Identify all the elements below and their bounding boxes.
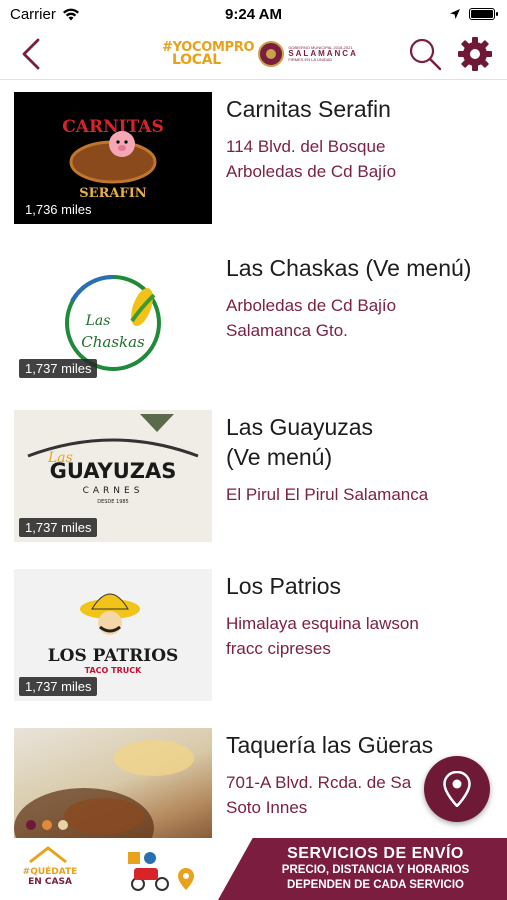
banner-title: SERVICIOS DE ENVÍO [287,845,464,862]
logo-line2: LOCAL [172,51,221,68]
svg-text:EN CASA: EN CASA [28,877,72,887]
restaurant-address: El Pirul El Pirul Salamanca [226,482,498,507]
list-item[interactable]: Las Chaskas Las Chaskas (Ve menú) Arbole… [0,239,507,398]
banner-illustration: #QUÉDATE EN CASA [23,846,194,891]
restaurant-address: 114 Blvd. del Bosque Arboledas de Cd Baj… [226,134,498,184]
status-right [449,8,498,20]
nav-bar: #YOCOMPRO LOCAL GOBIERNO MUNICIPAL 2018-… [0,28,507,80]
wifi-icon [62,8,79,20]
back-button[interactable] [14,36,48,72]
name-line: Las Guayuzas [226,414,374,440]
svg-text:Las: Las [85,313,111,329]
address-line: Arboledas de Cd Bajío [226,162,397,181]
restaurant-list[interactable]: CARNITAS SERAFIN Carnitas Serafin 114 Bl… [0,80,507,840]
status-bar: Carrier 9:24 AM [0,0,507,28]
settings-button[interactable] [456,35,494,73]
svg-text:LOS PATRIOS: LOS PATRIOS [48,646,179,666]
restaurant-address: Arboledas de Cd Bajío Salamanca Gto. [226,293,498,343]
distance-badge: 1,737 miles [19,359,98,378]
restaurant-name: Las Guayuzas (Ve menú) [226,412,498,472]
carrier-label: Carrier [10,5,56,23]
municipal-seal-icon [258,41,285,67]
government-logo-text: GOBIERNO MUNICIPAL 2018-2021 SALAMANCA F… [288,45,358,63]
restaurant-name: Las Chaskas (Ve menú) [226,255,472,281]
pager-dot[interactable] [42,820,52,830]
pager-dot[interactable] [26,820,36,830]
delivery-banner[interactable]: #QUÉDATE EN CASA SERVICIOS DE ENVÍO PREC… [0,838,507,900]
list-item[interactable]: LOS PATRIOS TACO TRUCK Los Patrios Himal… [0,557,507,716]
restaurant-name: Los Patrios [226,573,342,599]
pager-dot[interactable] [58,820,68,830]
app-logo: #YOCOMPRO LOCAL GOBIERNO MUNICIPAL 2018-… [162,38,358,70]
address-line: 114 Blvd. del Bosque [226,137,386,156]
gear-icon [458,37,492,71]
banner-pager[interactable] [26,820,68,830]
banner-right: SERVICIOS DE ENVÍO PRECIO, DISTANCIA Y H… [218,838,507,900]
distance-badge: 1,736 miles [25,202,92,217]
banner-subtitle: DEPENDEN DE CADA SERVICIO [286,879,464,891]
address-line: Himalaya esquina lawson [226,614,419,633]
svg-text:SERAFIN: SERAFIN [79,186,146,201]
location-arrow-icon [450,9,460,19]
address-line: El Pirul El Pirul Salamanca [226,485,429,504]
yocompro-logo: #YOCOMPRO LOCAL [162,41,255,68]
chevron-left-icon [22,38,40,70]
svg-text:CARNITAS: CARNITAS [62,117,164,137]
restaurant-address: Himalaya esquina lawson fracc cipreses [226,611,498,661]
distance-badge: 1,737 miles [19,518,98,537]
svg-text:DESDE 1985: DESDE 1985 [97,499,129,505]
restaurant-name: Carnitas Serafin [226,96,391,122]
gov-line3: FIRMES EN LA UNIDAD [288,57,333,63]
battery-icon [469,8,498,20]
svg-text:Chaskas: Chaskas [81,333,145,351]
search-button[interactable] [407,36,443,72]
distance-badge: 1,737 miles [19,677,98,696]
svg-text:CARNES: CARNES [83,486,144,496]
search-icon [409,38,442,71]
list-item[interactable]: Las GUAYUZAS CARNES DESDE 1985 Las Guayu… [0,398,507,557]
name-line: (Ve menú) [226,444,333,470]
address-line: Salamanca Gto. [226,321,348,340]
map-pin-icon [443,771,471,807]
battery-fill [471,10,493,18]
status-left: Carrier [10,6,80,23]
svg-text:#QUÉDATE: #QUÉDATE [23,865,78,877]
svg-text:TACO TRUCK: TACO TRUCK [85,666,142,675]
map-button[interactable] [424,756,490,822]
svg-text:GUAYUZAS: GUAYUZAS [50,459,177,483]
address-line: Arboledas de Cd Bajío [226,296,397,315]
banner-left: #QUÉDATE EN CASA [0,838,230,900]
list-item[interactable]: CARNITAS SERAFIN Carnitas Serafin 114 Bl… [0,80,507,239]
banner-subtitle: PRECIO, DISTANCIA Y HORARIOS [281,864,470,876]
address-line: fracc cipreses [226,639,331,658]
